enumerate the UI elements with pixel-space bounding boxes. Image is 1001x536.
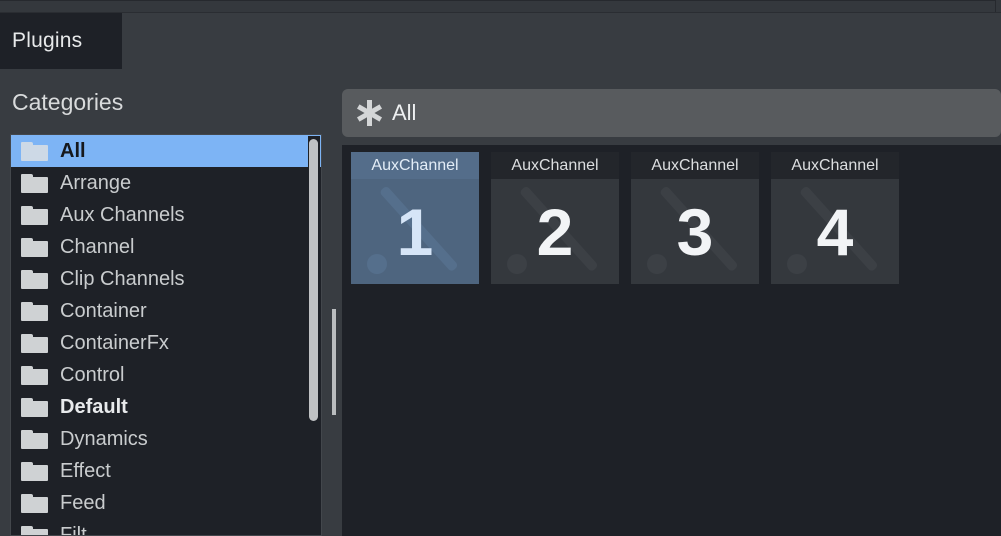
plugin-tile[interactable]: AuxChannel 4 [771,152,899,284]
asterisk-icon [356,100,382,126]
plugin-tile-number: 2 [491,179,619,284]
sidebar-item-aux-channels[interactable]: Aux Channels [11,199,321,231]
folder-icon [21,238,48,257]
plugin-tile-number: 3 [631,179,759,284]
tab-plugins-label: Plugins [12,29,82,53]
results-header: All [342,89,1001,137]
sidebar-item-control[interactable]: Control [11,359,321,391]
results-header-title: All [392,100,416,126]
sidebar-item-label: Clip Channels [60,268,185,291]
tab-plugins[interactable]: Plugins [0,13,122,69]
tab-bar: Plugins [0,13,1001,69]
plugin-tile-grid: AuxChannel 1 AuxChannel 2 AuxChannel 3 A… [351,152,1001,284]
folder-icon [21,174,48,193]
sidebar-item-arrange[interactable]: Arrange [11,167,321,199]
folder-icon [21,334,48,353]
categories-title: Categories [12,89,123,116]
folder-icon [21,398,48,417]
sidebar-item-label: Aux Channels [60,204,185,227]
sidebar-item-containerfx[interactable]: ContainerFx [11,327,321,359]
plugin-tile-title: AuxChannel [351,152,479,179]
sidebar-item-label: Channel [60,236,135,259]
folder-icon [21,462,48,481]
plugin-browser-window: Plugins Categories All Arrange Aux Chann… [0,0,1001,536]
folder-icon [21,526,48,536]
results-panel: All AuxChannel 1 AuxChannel 2 AuxChannel [338,69,1001,536]
sidebar-item-filt[interactable]: Filt [11,519,321,536]
sidebar-item-label: Effect [60,460,111,483]
results-area: AuxChannel 1 AuxChannel 2 AuxChannel 3 A… [342,145,1001,536]
panel-scrollbar-thumb[interactable] [332,309,336,415]
top-strip-border [0,0,996,12]
folder-icon [21,302,48,321]
plugin-tile[interactable]: AuxChannel 2 [491,152,619,284]
sidebar-item-label: Feed [60,492,106,515]
plugin-tile-number: 1 [351,179,479,284]
sidebar-item-all[interactable]: All [11,135,321,167]
categories-list[interactable]: All Arrange Aux Channels Channel Clip Ch… [10,134,322,536]
sidebar-item-label: Container [60,300,147,323]
sidebar-item-feed[interactable]: Feed [11,487,321,519]
categories-panel: Categories All Arrange Aux Channels Chan… [0,69,330,536]
sidebar-item-label: All [60,140,86,163]
folder-icon [21,430,48,449]
sidebar-item-channel[interactable]: Channel [11,231,321,263]
plugin-tile[interactable]: AuxChannel 1 [351,152,479,284]
plugin-tile-title: AuxChannel [491,152,619,179]
folder-icon [21,206,48,225]
sidebar-item-container[interactable]: Container [11,295,321,327]
plugin-tile-number: 4 [771,179,899,284]
folder-icon [21,142,48,161]
sidebar-item-label: Dynamics [60,428,148,451]
sidebar-item-label: Control [60,364,124,387]
sidebar-item-default[interactable]: Default [11,391,321,423]
sidebar-item-label: ContainerFx [60,332,169,355]
folder-icon [21,494,48,513]
sidebar-item-label: Default [60,396,128,419]
folder-icon [21,270,48,289]
folder-icon [21,366,48,385]
window-top-strip [0,0,1001,13]
plugin-tile-title: AuxChannel [631,152,759,179]
plugin-tile-title: AuxChannel [771,152,899,179]
sidebar-item-clip-channels[interactable]: Clip Channels [11,263,321,295]
plugin-tile[interactable]: AuxChannel 3 [631,152,759,284]
categories-scrollbar[interactable] [308,136,320,536]
categories-scrollbar-thumb[interactable] [309,139,318,421]
sidebar-item-dynamics[interactable]: Dynamics [11,423,321,455]
sidebar-item-label: Arrange [60,172,131,195]
sidebar-item-label: Filt [60,524,87,536]
sidebar-item-effect[interactable]: Effect [11,455,321,487]
